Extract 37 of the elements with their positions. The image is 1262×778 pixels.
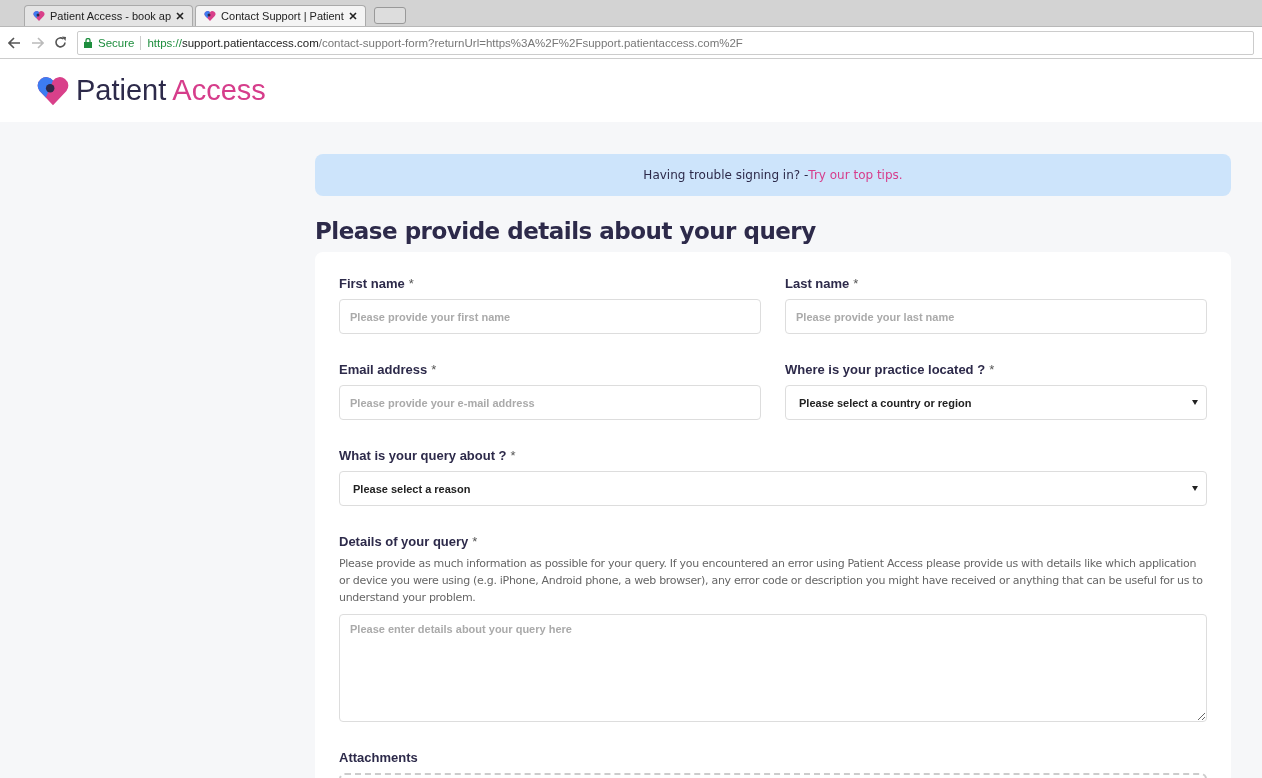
field-label: Where is your practice located ?: [785, 362, 986, 377]
reload-icon[interactable]: [54, 36, 67, 49]
browser-tab[interactable]: Contact Support | Patient: [195, 5, 366, 26]
field-label: Last name: [785, 276, 850, 291]
heart-logo-icon: [33, 10, 45, 22]
caret-icon: [1192, 486, 1198, 491]
required-mark: *: [472, 534, 478, 549]
required-mark: *: [408, 276, 414, 291]
banner-text: Having trouble signing in? -: [643, 168, 809, 182]
field-label: Email address: [339, 362, 428, 377]
required-mark: *: [989, 362, 995, 377]
text-field[interactable]: Please provide your last name: [785, 299, 1207, 334]
close-icon[interactable]: [348, 12, 357, 20]
caret-icon: [1192, 400, 1198, 405]
back-icon[interactable]: [8, 36, 21, 49]
heart-logo-icon: [204, 10, 217, 22]
dropdown[interactable]: Please select a country or region: [785, 385, 1207, 420]
lock-icon: [84, 37, 92, 48]
field-label: First name: [339, 276, 405, 291]
dropdown[interactable]: Please select a reason: [339, 471, 1207, 506]
help-text: Please provide as much information as possible for your query. If you encountered an error using Patient Access please provide us with details like which application or device you were using (e.g. iPhone, Android phone, a web browser), any error code or description you might have received or anything that can be useful for us to understand your problem.: [339, 556, 1204, 606]
logo-text: Patient: [76, 74, 167, 107]
field-label: What is your query about ?: [339, 448, 507, 463]
browser-tab[interactable]: Patient Access - book ap: [24, 5, 194, 26]
close-icon[interactable]: [176, 12, 185, 20]
url-text: https://support.patientaccess.com/contact-support-form?returnUrl=https%3A%2F%2Fsupport.patientaccess.com%2F: [147, 36, 743, 49]
required-mark: *: [431, 362, 437, 377]
logo-text: Access: [172, 74, 266, 107]
text-field[interactable]: Please provide your first name: [339, 299, 761, 334]
required-mark: *: [853, 276, 859, 291]
field-label: Details of your query: [339, 534, 469, 549]
page-heading: Please provide details about your query: [315, 218, 817, 244]
field-label: Attachments: [339, 750, 418, 765]
address-bar[interactable]: Secure https://support.patientaccess.com/contact-support-form?returnUrl=https%3A%2F%2Fsupport.patientaccess.com%2F: [77, 30, 1254, 55]
text-field[interactable]: Please provide your e-mail address: [339, 385, 761, 420]
text-area[interactable]: Please enter details about your query here: [339, 614, 1207, 722]
required-mark: *: [510, 448, 516, 463]
